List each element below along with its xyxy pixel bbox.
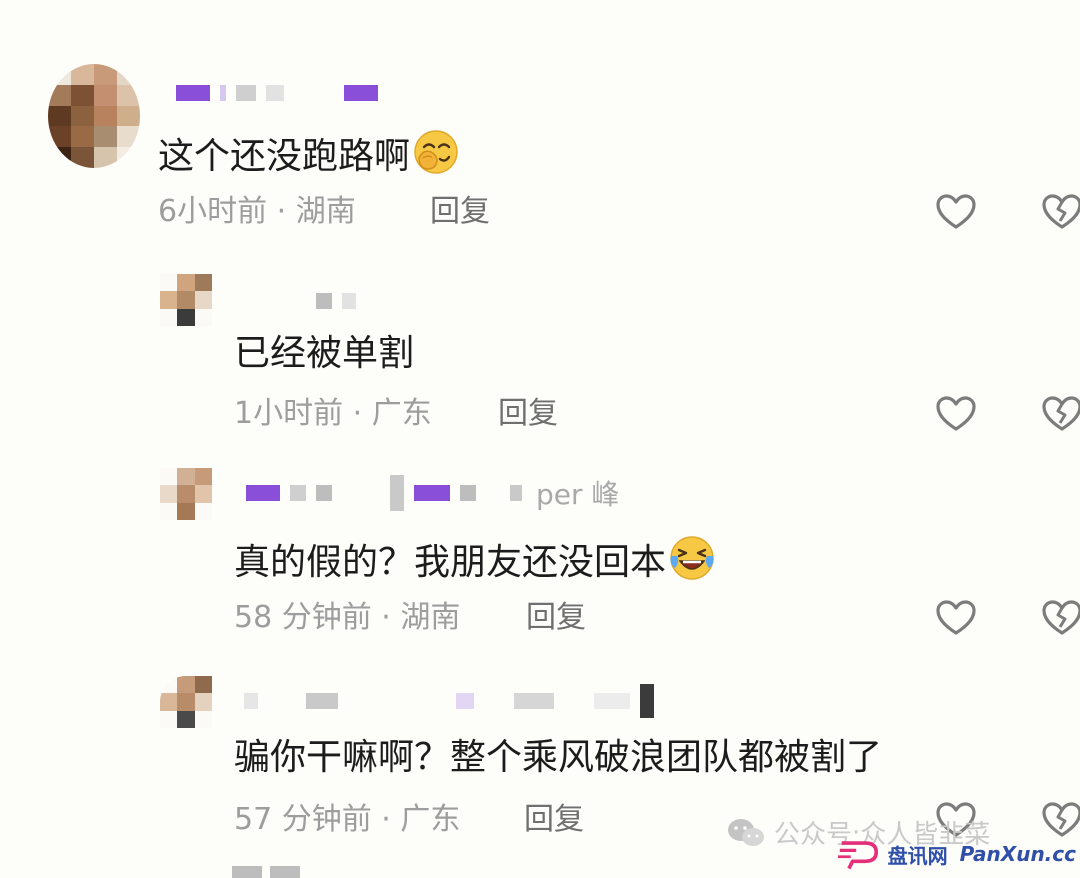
avatar[interactable] — [160, 468, 212, 520]
username[interactable] — [176, 82, 378, 104]
comment-meta: 57 分钟前 · 广东 — [234, 802, 460, 838]
comment-meta: 58 分钟前 · 湖南 — [234, 600, 460, 636]
brand-url: PanXun.cc — [959, 842, 1076, 866]
comment-location: 湖南 — [295, 194, 356, 229]
laughing-crying-icon — [670, 536, 714, 580]
meta-separator: · — [371, 802, 401, 837]
reply-button[interactable]: 回复 — [526, 600, 586, 636]
reply-button[interactable]: 回复 — [498, 396, 558, 432]
dislike-broken-heart-icon[interactable] — [1040, 192, 1080, 232]
comment-time: 58 分钟前 — [234, 600, 372, 635]
comment-location: 湖南 — [400, 600, 461, 635]
comment-location: 广东 — [371, 396, 432, 431]
dislike-broken-heart-icon[interactable] — [1040, 394, 1080, 434]
comment-time: 57 分钟前 — [234, 802, 372, 837]
comment-text: 这个还没跑路啊 — [158, 128, 460, 179]
comment-time: 1小时前 — [234, 396, 344, 431]
reply-button[interactable]: 回复 — [524, 802, 584, 838]
meta-separator: · — [267, 194, 296, 229]
like-heart-icon[interactable] — [934, 394, 978, 434]
avatar[interactable] — [48, 64, 140, 168]
panxun-logo-icon — [838, 841, 879, 870]
username[interactable] — [316, 290, 356, 312]
comment-text-content: 骗你干嘛啊？整个乘风破浪团队都被割了 — [234, 737, 883, 778]
like-heart-icon[interactable] — [934, 598, 978, 638]
like-heart-icon[interactable] — [934, 192, 978, 232]
comment-location: 广东 — [400, 802, 461, 837]
comment-meta: 1小时前 · 广东 — [234, 396, 432, 432]
meta-separator: · — [343, 396, 372, 431]
next-comment-cutoff — [232, 866, 300, 878]
comment-text-content: 这个还没跑路啊 — [158, 136, 411, 177]
comment-text-content: 真的假的？我朋友还没回本 — [234, 542, 667, 583]
username-suffix: per 峰 — [536, 478, 620, 511]
comment-meta: 6小时前 · 湖南 — [158, 194, 356, 230]
comment-text: 已经被单割 — [234, 332, 414, 376]
wechat-icon — [728, 818, 764, 846]
smirk-hand-over-mouth-icon — [414, 130, 458, 174]
username[interactable] — [244, 684, 654, 718]
site-watermark: 盘讯网 PanXun.cc — [838, 834, 1076, 874]
avatar[interactable] — [160, 676, 212, 728]
brand-name: 盘讯网 — [887, 843, 948, 868]
comment-text: 骗你干嘛啊？整个乘风破浪团队都被割了 — [234, 736, 882, 780]
comment-text: 真的假的？我朋友还没回本 — [234, 534, 716, 585]
username[interactable]: per 峰 — [246, 475, 619, 511]
avatar[interactable] — [160, 274, 212, 326]
meta-separator: · — [371, 600, 401, 635]
reply-button[interactable]: 回复 — [430, 194, 490, 230]
dislike-broken-heart-icon[interactable] — [1040, 598, 1080, 638]
comment-text-content: 已经被单割 — [234, 333, 415, 374]
comment-time: 6小时前 — [158, 194, 268, 229]
